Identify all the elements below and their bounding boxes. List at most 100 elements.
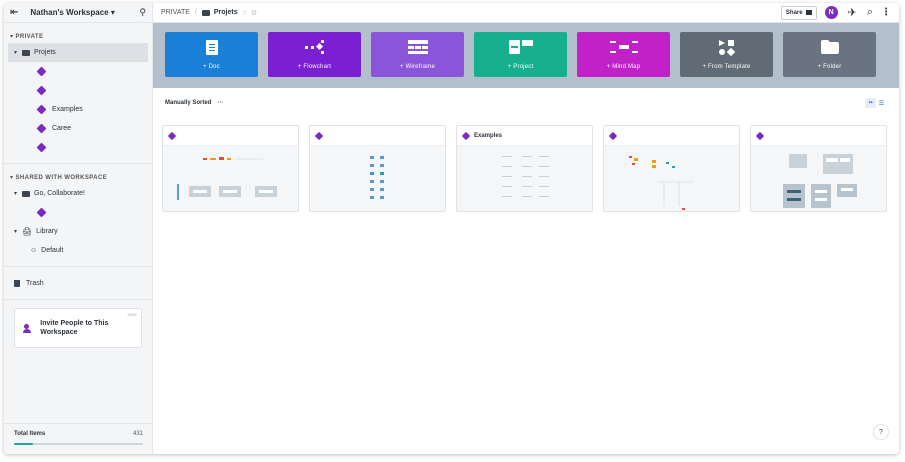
tile-label: + Folder — [817, 64, 842, 70]
breadcrumb-current-label: Projets — [213, 9, 238, 16]
sidebar-doc-item[interactable] — [4, 81, 152, 100]
invite-text: Invite People to This Workspace — [40, 320, 109, 336]
tile-label: + Doc — [203, 64, 220, 70]
app-window: ⇤ Nathan's Workspace ▾ ⚲ ▾ PRIVATE ▾ Pro… — [4, 3, 899, 454]
flowchart-icon — [304, 40, 324, 54]
section-shared[interactable]: ▾ SHARED WITH WORKSPACE — [4, 170, 152, 184]
send-icon[interactable]: ✈ — [848, 6, 857, 19]
sidebar-item-library[interactable]: ▾ 🖨 Library — [4, 222, 152, 241]
trash-icon — [14, 279, 20, 287]
doc-icon — [36, 104, 47, 115]
create-mindmap-tile[interactable]: + Mind Map — [577, 32, 670, 77]
divider — [4, 266, 152, 267]
doc-icon — [36, 123, 47, 134]
star-icon[interactable]: ☆ — [242, 9, 248, 17]
sidebar-item-label: Default — [41, 247, 64, 254]
folder-icon — [201, 9, 210, 16]
wireframe-thumbnail — [783, 154, 857, 208]
invite-card[interactable]: HIDE Invite People to This Workspace — [14, 308, 142, 348]
sidebar-item-projets[interactable]: ▾ Projets — [8, 43, 148, 62]
doc-icon — [205, 40, 218, 55]
document-card[interactable] — [603, 125, 740, 212]
divider — [4, 299, 152, 300]
table-thumbnail — [370, 156, 384, 199]
sidebar-item-collaborate[interactable]: ▾ Go, Collaborate! — [4, 184, 152, 203]
create-flowchart-tile[interactable]: + Flowchart — [268, 32, 361, 77]
doc-thumbnail — [502, 156, 549, 197]
more-options-button[interactable]: ··· — [217, 100, 223, 106]
template-icon: ☺ — [30, 247, 38, 254]
caret-down-icon[interactable]: ▾ — [14, 190, 17, 197]
view-toggle: ▪▪ ☰ — [865, 98, 887, 108]
divider — [4, 163, 152, 164]
breadcrumb-current[interactable]: Projets — [201, 9, 238, 16]
create-folder-tile[interactable]: + Folder — [783, 32, 876, 77]
top-bar: PRIVATE / Projets ☆ ⚙ Share N ✈ ⌕ ⋮ — [153, 3, 899, 23]
hide-button[interactable]: HIDE — [127, 312, 137, 317]
sidebar-item-trash[interactable]: Trash — [4, 273, 152, 293]
breadcrumb-separator: / — [194, 9, 197, 16]
total-items-label: Total Items — [14, 431, 46, 437]
document-card[interactable] — [309, 125, 446, 212]
create-project-tile[interactable]: + Project — [474, 32, 567, 77]
create-wireframe-tile[interactable]: + Wireframe — [371, 32, 464, 77]
sidebar-doc-item[interactable] — [4, 138, 152, 157]
grid-view-icon[interactable]: ▪▪ — [865, 98, 876, 108]
doc-icon — [36, 142, 47, 153]
card-preview — [604, 146, 739, 211]
sidebar-item-default[interactable]: ☺ Default — [4, 241, 152, 260]
document-card[interactable] — [750, 125, 887, 212]
doc-icon — [167, 131, 177, 140]
create-banner: + Doc + Flowchart + Wireframe + Project … — [153, 23, 899, 88]
breadcrumb: PRIVATE / Projets ☆ ⚙ — [161, 9, 257, 17]
usage-bar — [14, 443, 143, 445]
sidebar-item-label: Go, Collaborate! — [34, 190, 85, 197]
sidebar-doc-item[interactable] — [4, 62, 152, 81]
share-icon — [805, 10, 812, 15]
doc-icon — [755, 131, 765, 140]
list-view-icon[interactable]: ☰ — [876, 98, 887, 108]
invite-people-icon — [23, 323, 34, 333]
folder-icon — [22, 49, 31, 56]
sidebar-item-label: Library — [36, 228, 58, 235]
flowchart-thumbnail — [177, 157, 277, 200]
document-card[interactable]: Examples — [456, 125, 593, 212]
doc-icon — [314, 131, 324, 140]
doc-icon — [36, 85, 47, 96]
folder-icon — [820, 40, 839, 54]
sidebar-doc-item[interactable] — [4, 203, 152, 222]
sidebar-item-label: Caree — [52, 125, 72, 132]
caret-down-icon[interactable]: ▾ — [14, 228, 17, 235]
library-icon: 🖨 — [22, 227, 33, 236]
help-button[interactable]: ? — [873, 424, 889, 440]
avatar[interactable]: N — [824, 6, 838, 19]
pin-icon[interactable]: ⚲ — [139, 7, 146, 18]
total-items: Total Items 431 — [4, 423, 153, 454]
sidebar-item-label: Projets — [34, 49, 56, 56]
sidebar-doc-item[interactable]: Caree — [4, 119, 152, 138]
collapse-sidebar-icon[interactable]: ⇤ — [10, 7, 18, 18]
workspace-switcher[interactable]: Nathan's Workspace ▾ — [30, 8, 139, 17]
create-doc-tile[interactable]: + Doc — [165, 32, 258, 77]
gear-icon[interactable]: ⚙ — [251, 9, 257, 17]
tile-label: + Mind Map — [606, 64, 641, 70]
wireframe-icon — [407, 40, 428, 54]
mindmap-icon — [609, 41, 638, 53]
share-label: Share — [785, 9, 803, 16]
sidebar-doc-item[interactable]: Examples — [4, 100, 152, 119]
card-title: Examples — [474, 132, 503, 139]
caret-down-icon[interactable]: ▾ — [14, 49, 17, 56]
create-from-template-tile[interactable]: + From Template — [680, 32, 773, 77]
section-private[interactable]: ▾ PRIVATE — [4, 29, 152, 43]
breadcrumb-root[interactable]: PRIVATE — [161, 9, 190, 16]
project-icon — [508, 40, 533, 54]
share-button[interactable]: Share — [780, 5, 817, 20]
mindmap-thumbnail — [629, 156, 694, 210]
tile-label: + Project — [507, 64, 534, 70]
search-icon[interactable]: ⌕ — [867, 6, 873, 19]
doc-icon — [461, 131, 471, 140]
document-card[interactable] — [162, 125, 299, 212]
more-menu-icon[interactable]: ⋮ — [881, 7, 891, 18]
sort-dropdown[interactable]: Manually Sorted — [165, 100, 211, 106]
doc-icon — [36, 66, 47, 77]
